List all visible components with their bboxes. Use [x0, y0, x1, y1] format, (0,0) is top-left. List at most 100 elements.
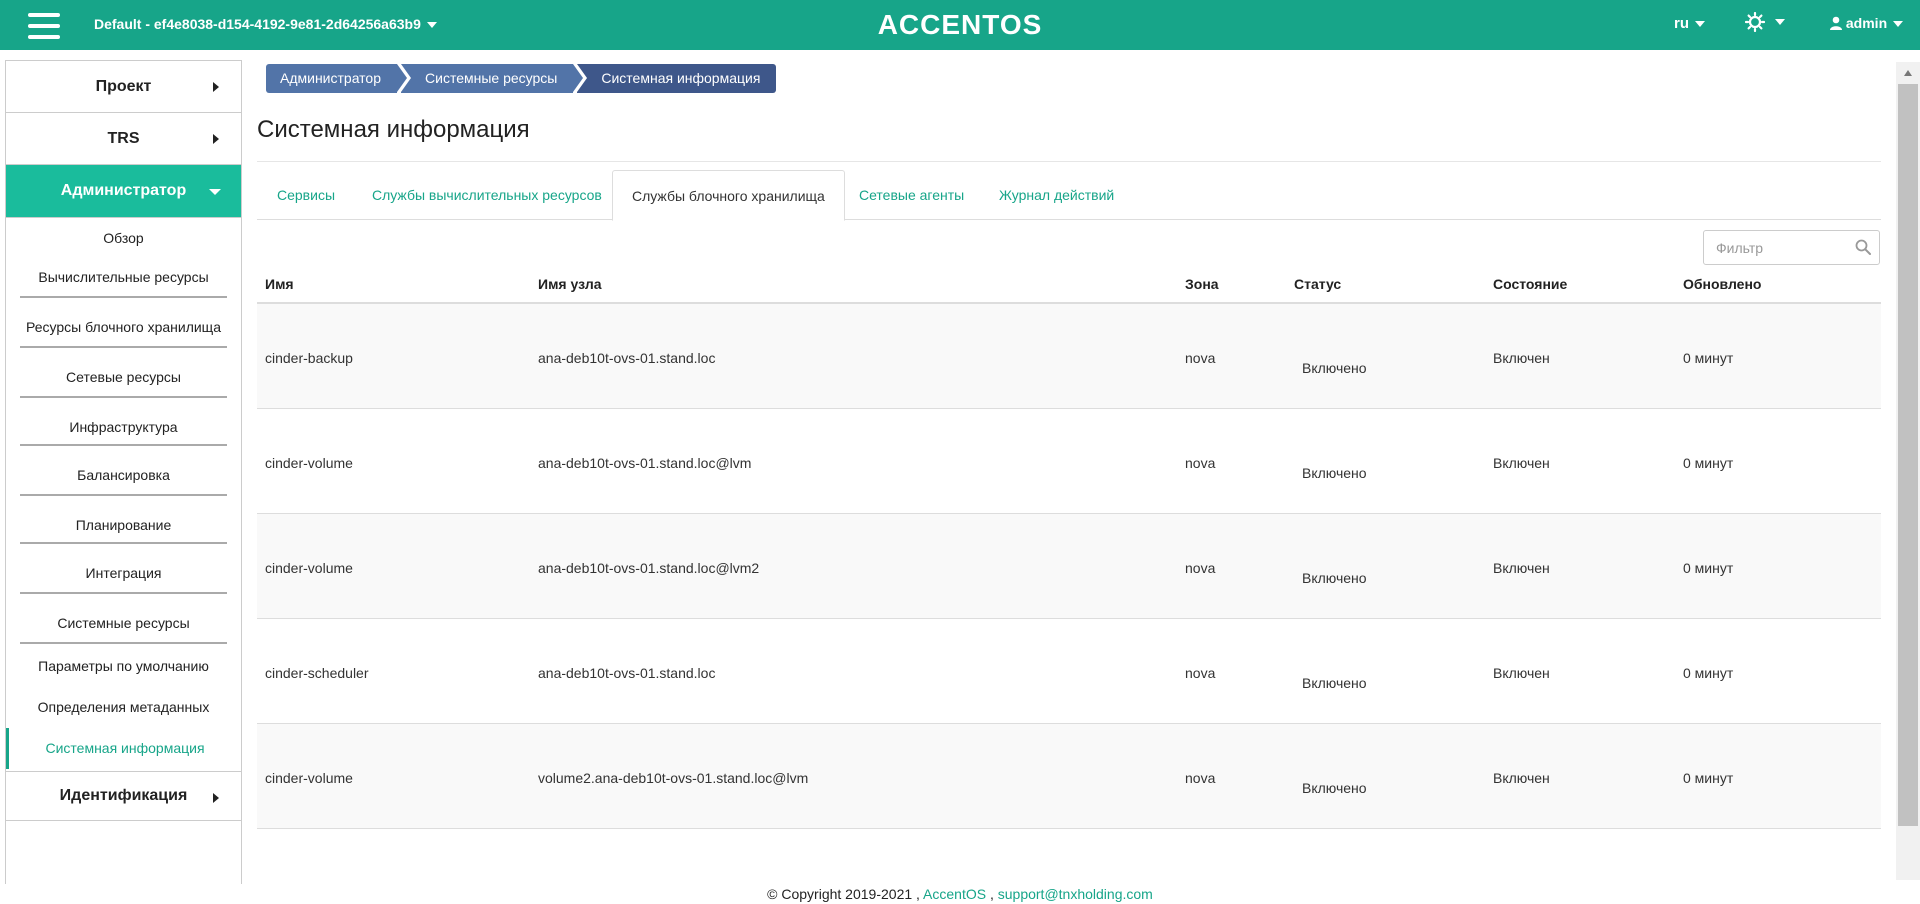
filter-input[interactable] — [1704, 231, 1844, 264]
search-icon[interactable] — [1855, 239, 1871, 255]
top-bar: Default - ef4e8038-d154-4192-9e81-2d6425… — [0, 0, 1920, 50]
cell-state: Включен — [1493, 665, 1550, 681]
sidebar-item-label: Администратор — [60, 182, 187, 199]
user-icon — [1830, 16, 1842, 30]
cell-status: Включено — [1302, 780, 1367, 796]
cell-name: cinder-volume — [265, 560, 353, 576]
column-header-zone[interactable]: Зона — [1185, 276, 1219, 292]
sidebar-item-trs[interactable]: TRS — [6, 113, 241, 165]
cell-status: Включено — [1302, 570, 1367, 586]
sidebar-item-defaults[interactable]: Параметры по умолчанию — [6, 646, 241, 687]
sidebar-item-label: Обзор — [103, 230, 144, 246]
sidebar-item-label: Балансировка — [77, 467, 170, 483]
breadcrumb: Администратор Системные ресурсы Системна… — [266, 64, 780, 93]
cell-host: ana-deb10t-ovs-01.stand.loc — [538, 350, 716, 366]
scrollbar-thumb[interactable] — [1898, 84, 1918, 826]
sidebar-item-overview[interactable]: Обзор — [6, 218, 241, 258]
chevron-down-icon — [1893, 21, 1904, 28]
theme-selector[interactable] — [1744, 11, 1785, 33]
breadcrumb-system-info: Системная информация — [577, 64, 777, 93]
cell-updated: 0 минут — [1683, 770, 1734, 786]
cell-zone: nova — [1185, 665, 1216, 681]
cell-zone: nova — [1185, 560, 1216, 576]
copyright-text: © Copyright 2019-2021 , — [767, 886, 920, 902]
breadcrumb-admin[interactable]: Администратор — [266, 64, 412, 93]
scrollbar[interactable] — [1896, 62, 1920, 880]
user-menu[interactable]: admin — [1830, 15, 1904, 31]
cell-state: Включен — [1493, 770, 1550, 786]
breadcrumb-label: Администратор — [280, 70, 382, 86]
sidebar-item-identity[interactable]: Идентификация — [6, 771, 241, 821]
column-header-updated[interactable]: Обновлено — [1683, 276, 1761, 292]
chevron-right-icon — [213, 134, 219, 144]
breadcrumb-label: Системные ресурсы — [425, 70, 558, 86]
column-header-status[interactable]: Статус — [1294, 276, 1341, 292]
cell-host: ana-deb10t-ovs-01.stand.loc — [538, 665, 716, 681]
menu-icon[interactable] — [28, 13, 60, 39]
sidebar-item-label: Идентификация — [59, 787, 188, 804]
cell-host: ana-deb10t-ovs-01.stand.loc@lvm — [538, 455, 752, 471]
sidebar-item-label: Сетевые ресурсы — [66, 369, 181, 385]
sidebar-item-label: Определения метаданных — [37, 699, 210, 715]
footer-separator: , — [989, 886, 994, 902]
cell-host: volume2.ana-deb10t-ovs-01.stand.loc@lvm — [538, 770, 809, 786]
tab-network-agents[interactable]: Сетевые агенты — [859, 170, 964, 220]
language-selector[interactable]: ru — [1674, 15, 1705, 32]
sidebar: Проект TRS Администратор Обзор Вычислите… — [5, 60, 242, 904]
cell-state: Включен — [1493, 350, 1550, 366]
cell-state: Включен — [1493, 455, 1550, 471]
sun-icon — [1744, 11, 1766, 33]
scroll-up-icon[interactable] — [1904, 70, 1912, 76]
chevron-down-icon — [209, 189, 221, 195]
accentos-link[interactable]: AccentOS — [923, 886, 986, 902]
tab-bar: Сервисы Службы вычислительных ресурсов С… — [257, 170, 1881, 221]
support-email-link[interactable]: support@tnxholding.com — [998, 886, 1153, 902]
cell-updated: 0 минут — [1683, 455, 1734, 471]
cell-name: cinder-scheduler — [265, 665, 369, 681]
cell-zone: nova — [1185, 350, 1216, 366]
sidebar-item-label: Планирование — [75, 517, 172, 533]
sidebar-item-label: Вычислительные ресурсы — [38, 269, 209, 285]
cell-name: cinder-backup — [265, 350, 353, 366]
sidebar-item-label: Интеграция — [85, 565, 162, 581]
tab-compute-services[interactable]: Службы вычислительных ресурсов — [372, 170, 602, 220]
table-row: cinder-volume volume2.ana-deb10t-ovs-01.… — [257, 724, 1881, 829]
breadcrumb-system-resources[interactable]: Системные ресурсы — [401, 64, 588, 93]
cell-status: Включено — [1302, 675, 1367, 691]
table-row: cinder-volume ana-deb10t-ovs-01.stand.lo… — [257, 514, 1881, 619]
chevron-down-icon — [1695, 21, 1705, 28]
table-row: cinder-backup ana-deb10t-ovs-01.stand.lo… — [257, 304, 1881, 409]
sidebar-item-admin[interactable]: Администратор — [6, 165, 241, 218]
sidebar-item-system-info[interactable]: Системная информация — [6, 728, 241, 769]
tab-block-storage-services[interactable]: Службы блочного хранилища — [612, 170, 845, 221]
tab-action-log[interactable]: Журнал действий — [999, 170, 1114, 220]
table-row: cinder-volume ana-deb10t-ovs-01.stand.lo… — [257, 409, 1881, 514]
table-header: Имя Имя узла Зона Статус Состояние Обнов… — [257, 272, 1881, 304]
page-title: Системная информация — [257, 116, 530, 143]
chevron-right-icon — [213, 793, 219, 803]
column-header-host[interactable]: Имя узла — [538, 276, 602, 292]
sidebar-item-label: TRS — [107, 129, 140, 147]
sidebar-item-label: Параметры по умолчанию — [38, 658, 209, 674]
breadcrumb-label: Системная информация — [601, 70, 761, 86]
project-label: Default - ef4e8038-d154-4192-9e81-2d6425… — [94, 16, 421, 32]
cell-updated: 0 минут — [1683, 665, 1734, 681]
project-selector[interactable]: Default - ef4e8038-d154-4192-9e81-2d6425… — [94, 16, 437, 32]
sidebar-item-metadata[interactable]: Определения метаданных — [6, 687, 241, 728]
sidebar-item-compute[interactable]: Вычислительные ресурсы — [6, 258, 241, 296]
sidebar-item-label: Системные ресурсы — [57, 615, 190, 631]
table-row: cinder-scheduler ana-deb10t-ovs-01.stand… — [257, 619, 1881, 724]
cell-updated: 0 минут — [1683, 350, 1734, 366]
sidebar-item-project[interactable]: Проект — [6, 61, 241, 113]
sidebar-item-label: Инфраструктура — [69, 419, 178, 435]
cell-host: ana-deb10t-ovs-01.stand.loc@lvm2 — [538, 560, 760, 576]
column-header-state[interactable]: Состояние — [1493, 276, 1567, 292]
sidebar-item-system-resources[interactable]: Системные ресурсы — [6, 594, 241, 652]
tab-services[interactable]: Сервисы — [277, 170, 335, 220]
column-header-name[interactable]: Имя — [265, 276, 294, 292]
cell-name: cinder-volume — [265, 770, 353, 786]
cell-zone: nova — [1185, 455, 1216, 471]
footer: © Copyright 2019-2021 , AccentOS , suppo… — [0, 884, 1920, 904]
chevron-down-icon — [1775, 19, 1785, 25]
cell-state: Включен — [1493, 560, 1550, 576]
